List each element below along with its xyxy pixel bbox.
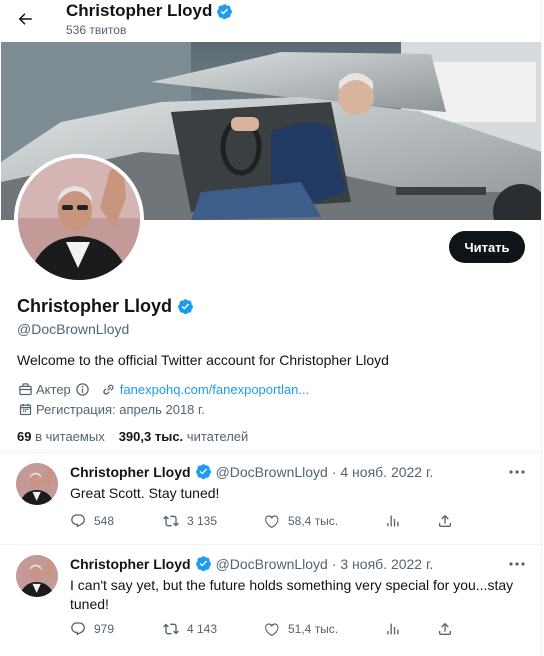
- like-count: 58,4 тыс.: [288, 514, 339, 528]
- tweet-header: Christopher Lloyd @DocBrownLloyd · 4 ноя…: [70, 463, 433, 480]
- tweet-date[interactable]: · 4 нояб. 2022 г.: [332, 464, 433, 480]
- calendar-icon: [17, 401, 33, 417]
- followers-link[interactable]: 390,3 тыс. читателей: [119, 429, 249, 444]
- share-icon: [439, 514, 451, 527]
- share-icon: [439, 622, 451, 635]
- following-label: в читаемых: [35, 429, 105, 444]
- tweet-avatar[interactable]: [16, 555, 58, 597]
- briefcase-icon: [17, 381, 33, 397]
- more-options-icon[interactable]: [506, 555, 528, 573]
- retweet-icon: [163, 515, 179, 527]
- verified-badge-icon: [217, 3, 233, 19]
- tweet-item[interactable]: Christopher Lloyd @DocBrownLloyd · 4 ноя…: [0, 452, 541, 544]
- tweet-author-name[interactable]: Christopher Lloyd: [70, 556, 191, 572]
- profile-header-bar: Christopher Lloyd 536 твитов: [0, 0, 541, 42]
- reply-icon: [71, 514, 85, 528]
- profile-name-text: Christopher Lloyd: [17, 296, 173, 316]
- like-button[interactable]: 51,4 тыс.: [264, 621, 338, 637]
- followers-label: читателей: [186, 429, 249, 444]
- tweet-author-name[interactable]: Christopher Lloyd: [70, 464, 191, 480]
- followers-count: 390,3 тыс.: [118, 429, 184, 444]
- retweet-button[interactable]: 4 143: [163, 621, 217, 637]
- like-button[interactable]: 58,4 тыс.: [264, 513, 338, 529]
- reply-icon: [71, 622, 85, 636]
- views-button[interactable]: [386, 621, 402, 637]
- views-button[interactable]: [386, 513, 402, 529]
- profile-profession: Актер: [36, 381, 71, 397]
- retweet-icon: [163, 623, 179, 635]
- profile-joined-row: Регистрация: апрель 2018 г.: [17, 401, 205, 417]
- heart-icon: [265, 623, 279, 636]
- info-icon[interactable]: [75, 381, 91, 397]
- profile-name: Christopher Lloyd: [17, 296, 194, 317]
- share-button[interactable]: [437, 513, 453, 529]
- tweet-author-handle[interactable]: @DocBrownLloyd: [216, 464, 328, 480]
- heart-icon: [265, 515, 279, 528]
- tweet-text: Great Scott. Stay tuned!: [70, 485, 220, 501]
- tweet-header: Christopher Lloyd @DocBrownLloyd · 3 ноя…: [70, 555, 433, 572]
- verified-badge-icon[interactable]: [177, 298, 194, 315]
- tweet-author-handle[interactable]: @DocBrownLloyd: [216, 556, 328, 572]
- views-chart-icon: [387, 515, 399, 527]
- profile-handle: @DocBrownLloyd: [17, 321, 130, 337]
- more-options-icon[interactable]: [506, 463, 528, 481]
- profile-joined-date: Регистрация: апрель 2018 г.: [36, 401, 205, 417]
- link-icon: [101, 381, 117, 397]
- retweet-count: 3 135: [187, 514, 218, 528]
- tweet-text: I can't say yet, but the future holds so…: [70, 577, 514, 612]
- profile-bio: Welcome to the official Twitter account …: [17, 352, 389, 368]
- tweet-actions: 979 4 143 51,4 тыс.: [70, 621, 470, 639]
- profile-page: Christopher Lloyd 536 твитов Читать Chri…: [0, 0, 542, 656]
- tweet-item[interactable]: Christopher Lloyd @DocBrownLloyd · 3 ноя…: [0, 544, 541, 656]
- header-tweet-count: 536 твитов: [66, 23, 127, 37]
- following-count: 69: [17, 429, 32, 444]
- arrow-left-icon[interactable]: [10, 4, 40, 34]
- reply-count: 979: [94, 622, 115, 636]
- reply-button[interactable]: 548: [70, 513, 114, 529]
- verified-badge-icon: [195, 556, 211, 572]
- views-chart-icon: [387, 623, 399, 635]
- header-name-text: Christopher Lloyd: [66, 1, 213, 20]
- profile-avatar[interactable]: [14, 154, 144, 284]
- reply-count: 548: [94, 514, 115, 528]
- following-link[interactable]: 69 в читаемых: [17, 429, 105, 444]
- follow-button[interactable]: Читать: [449, 231, 525, 263]
- share-button[interactable]: [437, 621, 453, 637]
- profile-meta-row: Актер fanexpohq.com/fanexpoportlan...: [17, 381, 309, 397]
- tweet-actions: 548 3 135 58,4 тыс.: [70, 513, 470, 531]
- profile-website-link[interactable]: fanexpohq.com/fanexpoportlan...: [120, 382, 309, 397]
- retweet-button[interactable]: 3 135: [163, 513, 217, 529]
- retweet-count: 4 143: [187, 622, 218, 636]
- reply-button[interactable]: 979: [70, 621, 114, 637]
- verified-badge-icon: [195, 464, 211, 480]
- header-profile-name: Christopher Lloyd: [66, 1, 233, 21]
- tweet-date[interactable]: · 3 нояб. 2022 г.: [332, 556, 433, 572]
- profile-follow-stats: 69 в читаемых 390,3 тыс. читателей: [17, 429, 248, 444]
- like-count: 51,4 тыс.: [288, 622, 339, 636]
- tweet-avatar[interactable]: [16, 463, 58, 505]
